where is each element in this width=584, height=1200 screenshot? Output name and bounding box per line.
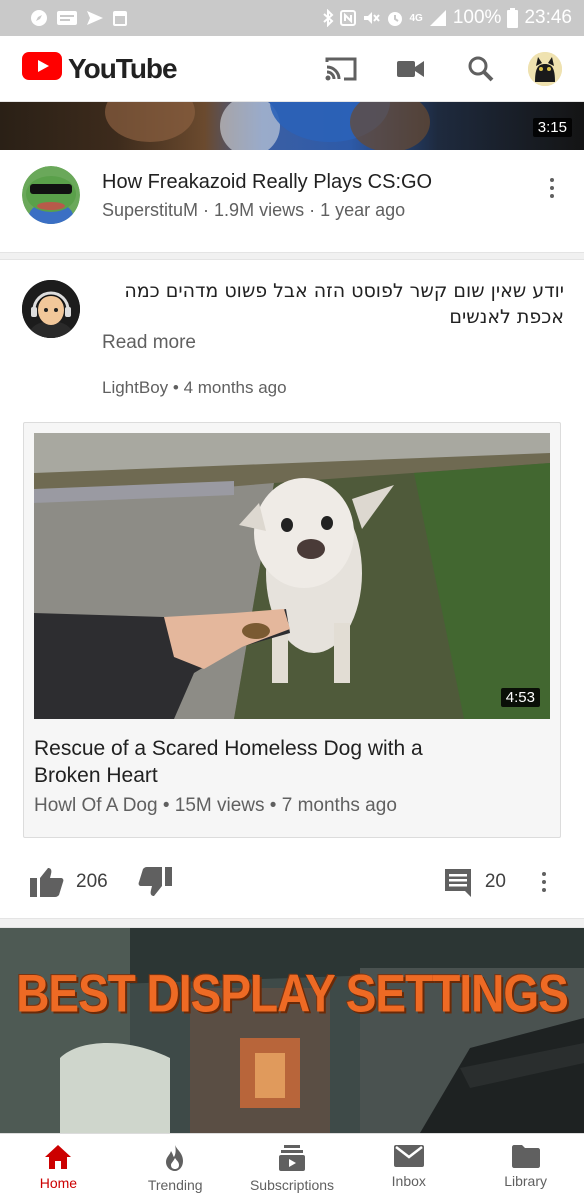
- folder-icon: [511, 1145, 540, 1168]
- video-duration: 3:15: [532, 118, 572, 137]
- upload-age: 1 year ago: [320, 200, 406, 220]
- nav-label-trending: Trending: [147, 1177, 203, 1193]
- post-action-row: 206 20: [0, 852, 584, 912]
- shared-video-channel: Howl Of A Dog: [34, 795, 158, 816]
- subscriptions-icon: [278, 1145, 305, 1171]
- video-thumbnail[interactable]: 3:15: [0, 102, 584, 150]
- dislike-button[interactable]: [138, 867, 172, 897]
- shared-video-meta: Howl Of A Dog • 15M views • 7 months ago: [34, 795, 397, 816]
- like-count: 206: [76, 871, 108, 892]
- next-video-thumbnail[interactable]: BEST DISPLAY SETTINGS: [0, 928, 584, 1133]
- video-title[interactable]: How Freakazoid Really Plays CS:GO: [102, 168, 432, 196]
- mail-icon: [393, 1145, 424, 1167]
- section-divider-2: [0, 918, 584, 928]
- status-bar: 4G 100% 23:46: [0, 0, 584, 36]
- thumbs-down-icon: [138, 867, 172, 896]
- video-more-button[interactable]: [542, 166, 562, 254]
- nav-home[interactable]: Home: [0, 1134, 117, 1200]
- channel-name: SuperstituM: [102, 200, 199, 220]
- nav-library[interactable]: Library: [467, 1134, 584, 1200]
- youtube-play-icon: [22, 52, 62, 85]
- news-icon: [56, 9, 78, 27]
- upload-video-button[interactable]: [376, 45, 446, 93]
- thumbs-up-icon: [30, 868, 64, 897]
- like-button[interactable]: 206: [30, 867, 108, 897]
- cast-icon: [325, 57, 357, 80]
- app-bar-actions: [306, 45, 562, 93]
- post-author[interactable]: LightBoy: [102, 378, 168, 397]
- nav-inbox[interactable]: Inbox: [350, 1134, 467, 1200]
- shared-video-title[interactable]: Rescue of a Scared Homeless Dog with a B…: [34, 735, 454, 789]
- system-icons: 4G 100% 23:46: [322, 7, 572, 29]
- calendar-icon: [112, 9, 128, 27]
- nav-subscriptions[interactable]: Subscriptions: [234, 1134, 351, 1200]
- battery-percent: 100%: [452, 7, 502, 28]
- alarm-icon: [386, 9, 404, 27]
- network-type-icon: 4G: [409, 12, 423, 24]
- search-icon: [468, 56, 494, 81]
- send-icon: [86, 9, 104, 27]
- mute-icon: [362, 9, 380, 27]
- channel-avatar[interactable]: [22, 166, 80, 224]
- post-author-avatar[interactable]: [22, 280, 80, 338]
- comments-button[interactable]: 20: [443, 867, 506, 897]
- home-icon: [45, 1145, 72, 1169]
- post-age: 4 months ago: [183, 378, 287, 397]
- app-bar: YouTube: [0, 36, 584, 102]
- post-more-button[interactable]: [534, 872, 554, 892]
- comment-icon: [444, 869, 471, 897]
- shared-video-duration: 4:53: [500, 688, 540, 707]
- nav-label-subscriptions: Subscriptions: [249, 1177, 335, 1193]
- youtube-logo[interactable]: YouTube: [22, 52, 178, 85]
- shared-video-card[interactable]: 4:53 Rescue of a Scared Homeless Dog wit…: [23, 422, 561, 838]
- nav-label-inbox: Inbox: [391, 1173, 426, 1189]
- nav-label-home: Home: [39, 1175, 78, 1191]
- dog-thumbnail-image: [34, 433, 550, 719]
- cast-button[interactable]: [306, 45, 376, 93]
- app-root: 4G 100% 23:46 YouTube 3:15 How Freakazoi…: [0, 0, 584, 1200]
- nfc-icon: [339, 9, 356, 27]
- nav-label-library: Library: [504, 1173, 547, 1189]
- compass-icon: [30, 9, 48, 27]
- bottom-navigation: Home Trending Subscriptions Inbox Librar…: [0, 1133, 584, 1200]
- notification-icons: [30, 9, 128, 27]
- video-meta: SuperstituM · 1.9M views · 1 year ago: [102, 200, 406, 220]
- nav-trending[interactable]: Trending: [117, 1134, 234, 1200]
- account-avatar[interactable]: [528, 51, 562, 86]
- video-camera-icon: [397, 60, 424, 77]
- search-button[interactable]: [446, 45, 516, 93]
- comment-count: 20: [484, 871, 506, 892]
- thumbnail-image: [105, 102, 430, 150]
- read-more-link[interactable]: Read more: [102, 332, 196, 354]
- logo-text: YouTube: [68, 52, 178, 84]
- post-meta: LightBoy • 4 months ago: [102, 378, 287, 397]
- shared-video-thumbnail[interactable]: 4:53: [34, 433, 550, 719]
- shared-video-views: 15M views: [174, 795, 265, 816]
- video-text: How Freakazoid Really Plays CS:GO Supers…: [102, 166, 432, 254]
- banner-title: BEST DISPLAY SETTINGS: [16, 963, 569, 1023]
- post-text: יודע שאין שום קשר לפוסט הזה אבל פשוט מדה…: [124, 280, 564, 328]
- signal-icon: [429, 9, 447, 27]
- flame-icon: [166, 1145, 184, 1171]
- banner-image: [0, 928, 584, 1133]
- section-divider: [0, 252, 584, 260]
- bluetooth-icon: [322, 9, 334, 27]
- shared-video-age: 7 months ago: [281, 795, 397, 816]
- view-count: 1.9M views: [214, 200, 305, 220]
- battery-icon: [507, 8, 519, 28]
- video-info-row[interactable]: How Freakazoid Really Plays CS:GO Supers…: [0, 150, 584, 254]
- clock: 23:46: [524, 7, 572, 28]
